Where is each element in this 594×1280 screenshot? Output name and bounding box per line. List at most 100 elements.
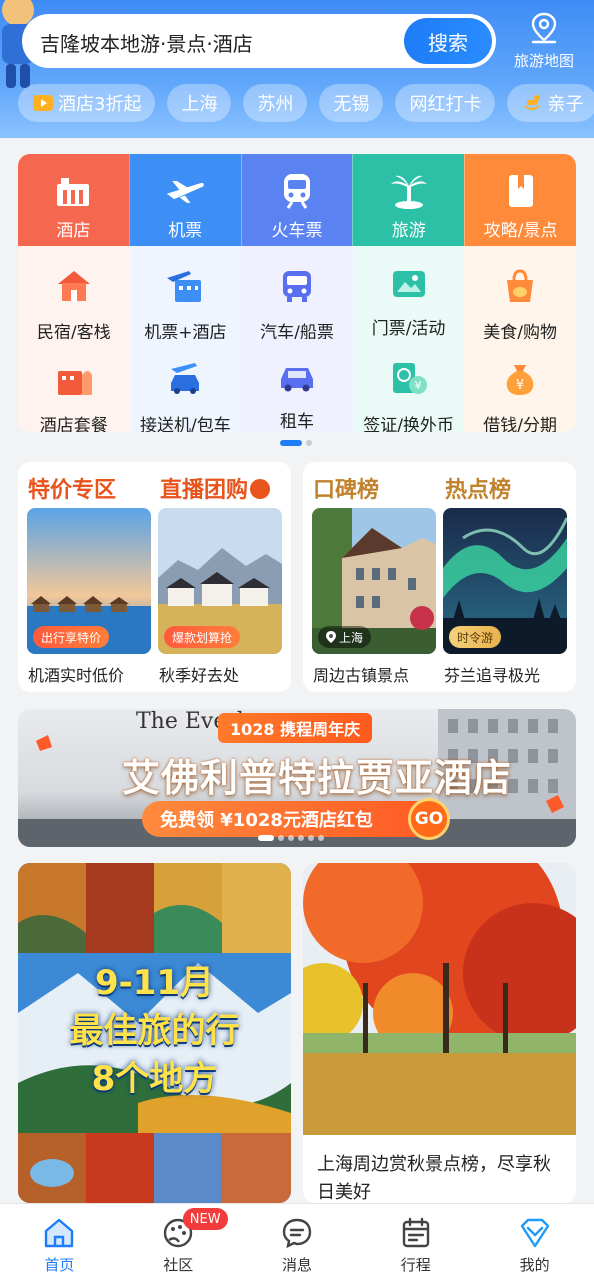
tab-itinerary[interactable]: 行程 xyxy=(356,1204,475,1280)
ticket-icon xyxy=(389,268,429,300)
service-label: 借钱/分期 xyxy=(483,416,558,432)
deals-title[interactable]: 特价专区 xyxy=(28,472,116,504)
rocking-horse-icon xyxy=(524,95,541,110)
hot-image[interactable]: 时令游 xyxy=(443,508,567,654)
service-label: 酒店 xyxy=(56,221,91,241)
tab-messages[interactable]: 消息 xyxy=(238,1204,357,1280)
car-icon xyxy=(277,361,317,393)
bottom-tab-bar: 首页 NEW 社区 消息 行程 我的 xyxy=(0,1203,594,1280)
new-badge: NEW xyxy=(182,1208,228,1230)
search-input[interactable]: 吉隆坡本地游·景点·酒店 xyxy=(40,28,253,57)
article-card-autumn-shanghai[interactable]: 上海周边赏秋景点榜，尽享秋日美好 xyxy=(303,863,576,1203)
chip-suzhou[interactable]: 苏州 xyxy=(243,84,308,122)
banner-dot xyxy=(278,835,284,841)
search-button[interactable]: 搜索 xyxy=(404,18,492,64)
hot-title[interactable]: 热点榜 xyxy=(445,472,511,504)
profile-icon xyxy=(520,1218,549,1248)
promo-banner[interactable]: The Everl 1028 携程周年庆 艾佛利普特拉贾亚酒店 免费领 ¥102… xyxy=(18,709,576,847)
tab-home[interactable]: 首页 xyxy=(0,1204,119,1280)
tab-community[interactable]: NEW 社区 xyxy=(119,1204,238,1280)
anniversary-badge: 1028 携程周年庆 xyxy=(218,713,373,743)
service-label: 攻略/景点 xyxy=(483,221,558,241)
guidebook-icon xyxy=(501,172,541,210)
banner-dot xyxy=(318,835,324,841)
live-image[interactable]: 爆款划算抢 xyxy=(158,508,282,654)
tab-profile[interactable]: 我的 xyxy=(475,1204,594,1280)
location-tag-label: 上海 xyxy=(339,630,364,645)
search-bar[interactable]: 吉隆坡本地游·景点·酒店 搜索 xyxy=(22,14,496,68)
article-title: 上海周边赏秋景点榜，尽享秋日美好 xyxy=(317,1154,551,1203)
chip-shanghai[interactable]: 上海 xyxy=(167,84,232,122)
service-label: 火车票 xyxy=(271,221,323,241)
live-title[interactable]: 直播团购 xyxy=(160,472,271,504)
map-pin-icon xyxy=(531,12,557,44)
chip-hotel-discount[interactable]: 酒店3折起 xyxy=(18,84,156,122)
promo-card-rankings: 口碑榜 热点榜 上海 时令游 周边古镇景点 芬兰追寻极光 xyxy=(303,462,576,692)
chip-checkin[interactable]: 网红打卡 xyxy=(395,84,496,122)
service-row-primary: 酒店 机票 火车票 旅游 攻略/景点 xyxy=(18,154,576,246)
train-icon xyxy=(277,172,317,210)
live-icon xyxy=(250,479,271,499)
airport-car-icon xyxy=(165,361,205,397)
tab-label: 首页 xyxy=(44,1256,75,1274)
travel-map-button[interactable]: 旅游地图 xyxy=(504,12,584,72)
service-tickets[interactable]: 门票/活动 xyxy=(352,246,465,339)
go-button[interactable]: GO xyxy=(408,798,450,840)
grid-page-indicator xyxy=(280,440,312,446)
service-row-3: 酒店套餐 接送机/包车 租车 ¥ 签证/换外币 ¥ 借钱/分期 xyxy=(18,339,576,432)
service-flight-hotel[interactable]: 机票+酒店 xyxy=(129,246,242,343)
plane-icon xyxy=(165,172,205,210)
service-car-rental[interactable]: 租车 xyxy=(241,339,353,432)
service-train[interactable]: 火车票 xyxy=(240,154,353,246)
service-tour[interactable]: 旅游 xyxy=(352,154,465,246)
coupon-button[interactable]: 免费领 ¥1028元酒店红包 GO xyxy=(142,798,450,840)
service-label: 机票 xyxy=(168,221,203,241)
location-pin-icon xyxy=(326,631,336,643)
tab-label: 我的 xyxy=(519,1256,550,1274)
service-guide[interactable]: 攻略/景点 xyxy=(464,154,576,246)
service-hotel[interactable]: 酒店 xyxy=(18,154,129,246)
service-label: 租车 xyxy=(279,412,314,432)
chip-label: 无锡 xyxy=(333,94,370,115)
live-caption[interactable]: 秋季好去处 xyxy=(159,662,239,686)
chip-label: 酒店3折起 xyxy=(58,94,142,115)
service-homestay[interactable]: 民宿/客栈 xyxy=(18,246,130,343)
chip-label: 亲子 xyxy=(547,94,584,115)
page-dot-active xyxy=(280,440,302,446)
travel-map-label: 旅游地图 xyxy=(513,52,574,70)
coupon-label: 免费领 ¥1028元酒店红包 xyxy=(160,810,373,831)
banner-dot xyxy=(288,835,294,841)
reputation-title[interactable]: 口碑榜 xyxy=(313,472,379,504)
deals-image[interactable]: 出行享特价 xyxy=(27,508,151,654)
service-row-2: 民宿/客栈 机票+酒店 汽车/船票 门票/活动 美食/购物 xyxy=(18,246,576,343)
service-visa-currency[interactable]: ¥ 签证/换外币 xyxy=(352,339,465,432)
location-tag: 上海 xyxy=(318,626,372,648)
service-food-shopping[interactable]: 美食/购物 xyxy=(464,246,576,343)
article-card-autumn-destinations[interactable]: 9-11月 最佳旅的行 8个地方 xyxy=(18,863,291,1203)
visa-icon: ¥ xyxy=(389,361,429,397)
chip-wuxi[interactable]: 无锡 xyxy=(319,84,384,122)
service-label: 门票/活动 xyxy=(371,319,446,339)
hot-caption[interactable]: 芬兰追寻极光 xyxy=(444,662,540,686)
play-icon xyxy=(33,95,53,111)
banner-page-indicator xyxy=(258,835,324,841)
banner-dot-active xyxy=(258,835,274,841)
tab-label: 行程 xyxy=(400,1256,431,1274)
service-airport-transfer[interactable]: 接送机/包车 xyxy=(129,339,242,432)
service-loan[interactable]: ¥ 借钱/分期 xyxy=(464,339,576,432)
reputation-image[interactable]: 上海 xyxy=(312,508,436,654)
chip-family[interactable]: 亲子 xyxy=(507,84,594,122)
service-hotel-package[interactable]: 酒店套餐 xyxy=(18,339,130,432)
service-flight[interactable]: 机票 xyxy=(128,154,241,246)
quick-chips: 酒店3折起 上海 苏州 无锡 网红打卡 亲子 xyxy=(18,84,594,122)
reputation-caption[interactable]: 周边古镇景点 xyxy=(313,662,409,686)
promo-card-deals: 特价专区 直播团购 出行享特价 爆款划算抢 机酒实时低价 秋季好去处 xyxy=(18,462,291,692)
service-label: 签证/换外币 xyxy=(363,416,454,432)
service-bus[interactable]: 汽车/船票 xyxy=(241,246,353,343)
live-tag: 爆款划算抢 xyxy=(164,626,241,648)
destinations-headline: 9-11月 最佳旅的行 8个地方 xyxy=(18,959,291,1103)
hotel-name: 艾佛利普特拉贾亚酒店 xyxy=(122,756,513,800)
plane-hotel-icon xyxy=(165,268,205,304)
tab-label: 社区 xyxy=(163,1256,194,1274)
deals-caption[interactable]: 机酒实时低价 xyxy=(28,662,124,686)
